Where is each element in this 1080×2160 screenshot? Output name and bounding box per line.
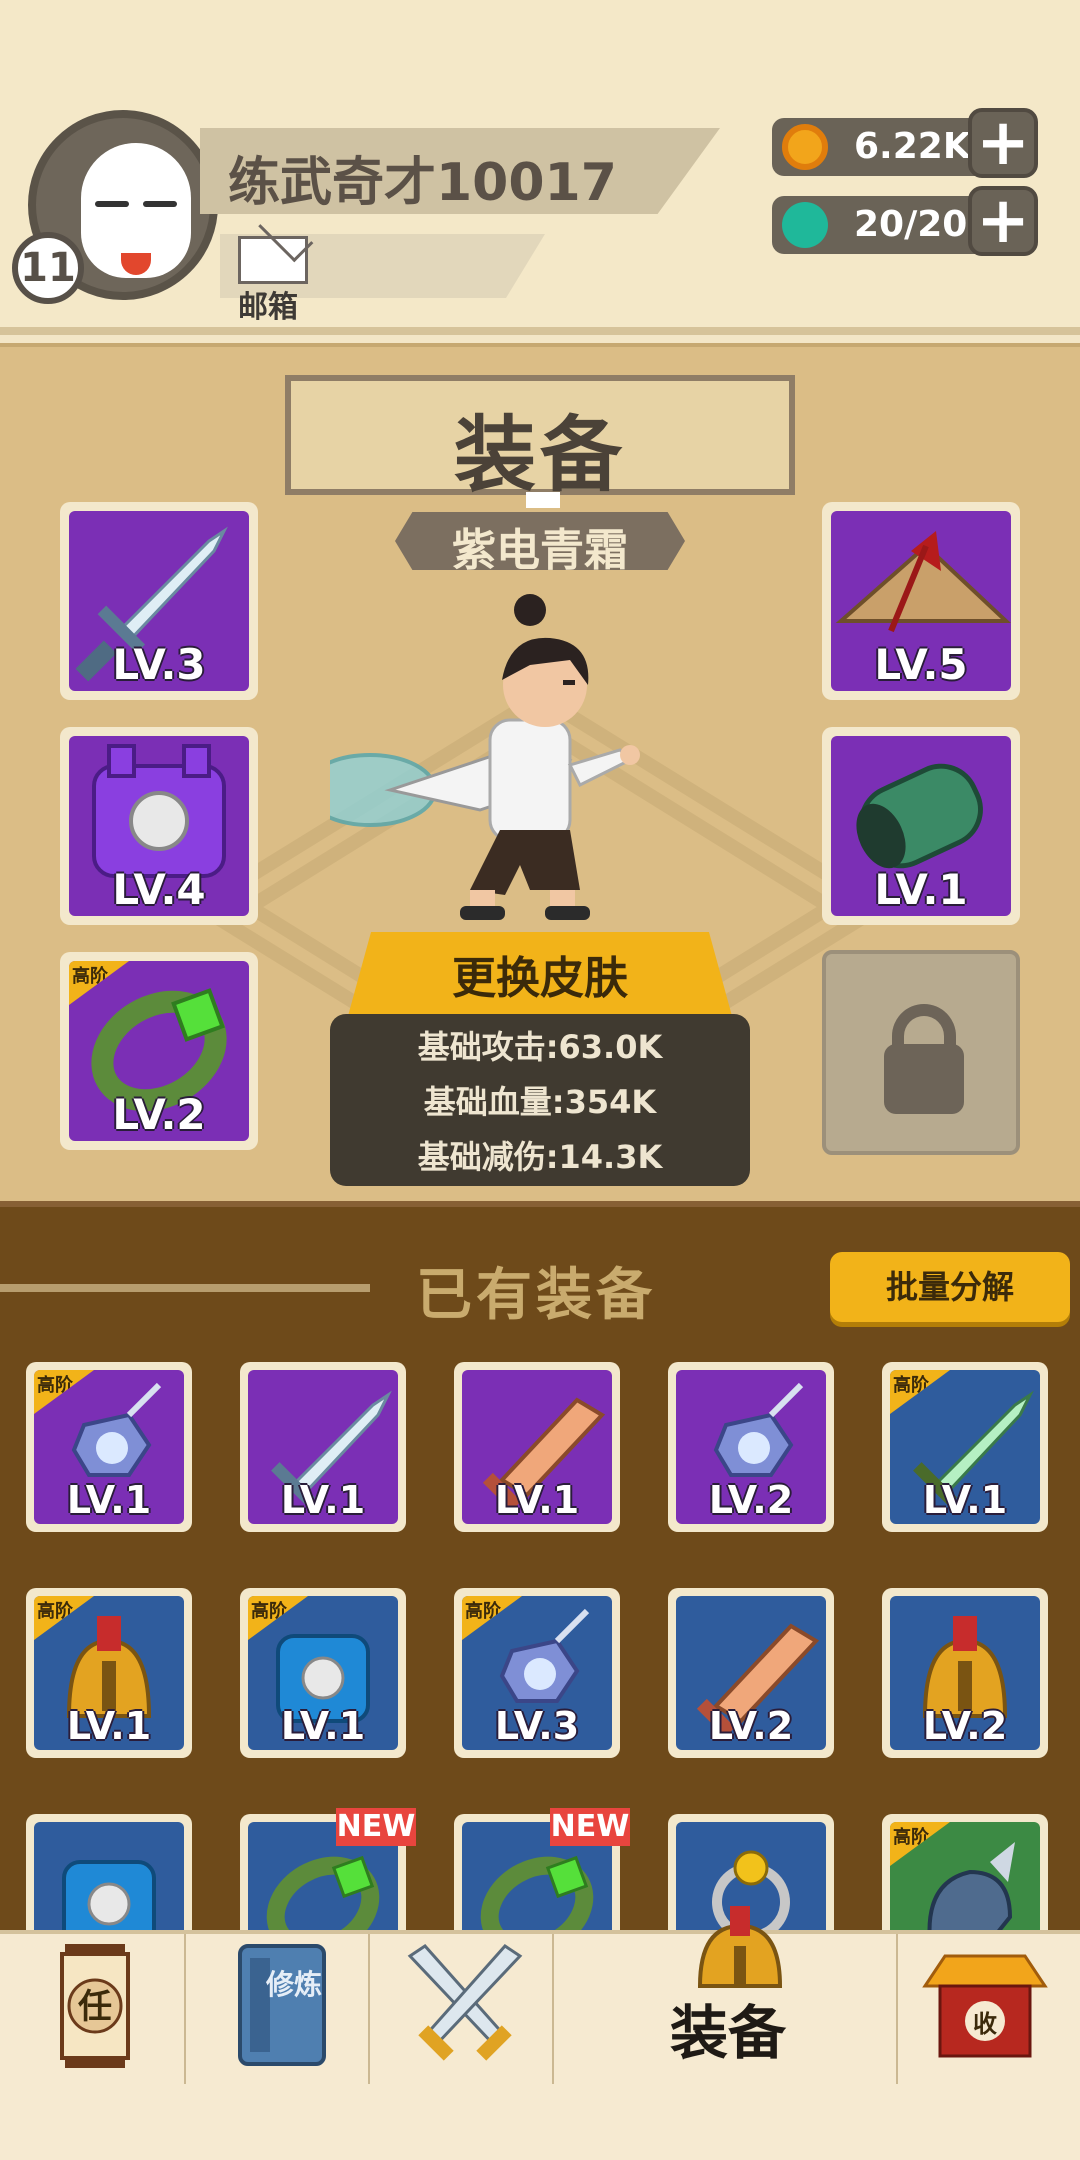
owned-item-bg: LV.1 [462,1370,612,1524]
owned-title-divider [0,1284,370,1292]
slot-bg: LV.4 [69,736,249,916]
equip-slot-bracer[interactable]: LV.1 [822,727,1020,925]
locked-slot[interactable] [822,950,1020,1155]
owned-item-bg: LV.2 [890,1596,1040,1750]
owned-item-slot[interactable]: LV.1 [454,1362,620,1532]
item-level: LV.2 [922,1704,1008,1748]
helmet-icon [697,1906,783,1988]
new-badge: NEW [336,1808,416,1846]
change-skin-label[interactable]: 更换皮肤 [348,942,732,1006]
owned-item-bg: 高阶 LV.3 [462,1596,612,1750]
coin-value: 6.22K [854,126,971,167]
add-stamina-button[interactable]: + [968,186,1038,256]
owned-item-bg: 高阶 LV.1 [34,1596,184,1750]
equip-slot-weapon[interactable]: LV.3 [60,502,258,700]
owned-item-slot[interactable]: LV.1 [240,1362,406,1532]
add-coins-button[interactable]: + [968,108,1038,178]
owned-item-bg: 高阶 LV.1 [890,1370,1040,1524]
nav-tasks[interactable]: 任 [40,1936,150,2084]
nav-shop[interactable]: 收 [920,1936,1050,2084]
bottom-navigation [0,1930,1080,2160]
nav-cultivate[interactable]: 修炼 [232,1936,332,2084]
tiny-tag [526,492,560,508]
item-level: LV.1 [280,1704,366,1748]
slot-level: LV.5 [874,640,968,689]
slot-bg: LV.3 [69,511,249,691]
character-figure [330,594,640,920]
item-level: LV.1 [66,1704,152,1748]
stat-attack: 基础攻击:63.0K [417,1028,663,1066]
new-badge: NEW [550,1808,630,1846]
equip-slot-armor[interactable]: LV.4 [60,727,258,925]
svg-text:修炼: 修炼 [265,1968,322,2001]
owned-item-bg: LV.2 [676,1370,826,1524]
owned-item-slot[interactable]: LV.2 [668,1588,834,1758]
slot-level: LV.4 [112,865,206,914]
plus-icon: + [976,184,1030,258]
nav-separator [552,1934,554,2084]
owned-item-slot[interactable]: 高阶 LV.1 [882,1362,1048,1532]
nav-separator [896,1934,898,2084]
nav-separator [368,1934,370,2084]
avatar-eye-right [143,201,177,207]
nav-battle[interactable] [400,1936,530,2084]
equip-slot-hat[interactable]: LV.5 [822,502,1020,700]
owned-item-slot[interactable]: 高阶 LV.3 [454,1588,620,1758]
svg-text:收: 收 [973,2010,997,2038]
slot-bg: 高阶 LV.2 [69,961,249,1141]
equipment-title: 装备 [453,408,626,503]
item-level: LV.2 [708,1704,794,1748]
slot-level: LV.1 [874,865,968,914]
owned-item-bg: LV.1 [248,1370,398,1524]
owned-item-bg: LV.2 [676,1596,826,1750]
owned-item-slot[interactable]: LV.2 [882,1588,1048,1758]
stamina-value: 20/20 [854,204,968,245]
owned-item-bg: 高阶 LV.1 [248,1596,398,1750]
slot-bg: LV.5 [831,511,1011,691]
plus-icon: + [976,106,1030,180]
batch-decompose-label[interactable]: 批量分解 [830,1262,1070,1308]
stat-hp: 基础血量:354K [423,1083,657,1121]
mail-label[interactable]: 邮箱 [238,282,298,326]
item-level: LV.1 [922,1478,1008,1522]
owned-item-slot[interactable]: LV.2 [668,1362,834,1532]
nav-equipment-label[interactable]: 装备 [670,1986,786,2070]
avatar-face [81,143,191,278]
avatar-eye-left [95,201,129,207]
item-level: LV.3 [494,1704,580,1748]
nav-separator [184,1934,186,2084]
slot-bg: LV.1 [831,736,1011,916]
equip-slot-bracelet[interactable]: 高阶 LV.2 [60,952,258,1150]
owned-item-slot[interactable]: 高阶 LV.1 [240,1588,406,1758]
stamina-icon [782,202,828,248]
task-scroll-icon: 任 [60,1944,130,2068]
coin-icon [782,124,828,170]
item-level: LV.2 [708,1478,794,1522]
svg-text:任: 任 [78,1987,112,2027]
owned-item-slot[interactable]: 高阶 LV.1 [26,1588,192,1758]
crossed-swords-icon [407,1944,523,2061]
avatar-tongue [121,253,151,275]
shop-building-icon: 收 [922,1954,1048,2058]
item-level: LV.1 [494,1478,580,1522]
mail-icon[interactable] [238,236,308,284]
item-level: LV.1 [280,1478,366,1522]
skin-name: 紫电青霜 [452,525,628,576]
stat-defense: 基础减伤:14.3K [417,1138,663,1176]
slot-level: LV.3 [112,640,206,689]
owned-item-bg: 高阶 LV.1 [34,1370,184,1524]
player-level-badge: 11 [12,232,84,304]
slot-level: LV.2 [112,1090,206,1139]
player-name: 练武奇才10017 [228,153,617,213]
cultivate-book-icon: 修炼 [238,1944,326,2066]
owned-title: 已有装备 [416,1263,656,1328]
item-level: LV.1 [66,1478,152,1522]
lock-icon [884,1044,964,1114]
owned-item-slot[interactable]: 高阶 LV.1 [26,1362,192,1532]
